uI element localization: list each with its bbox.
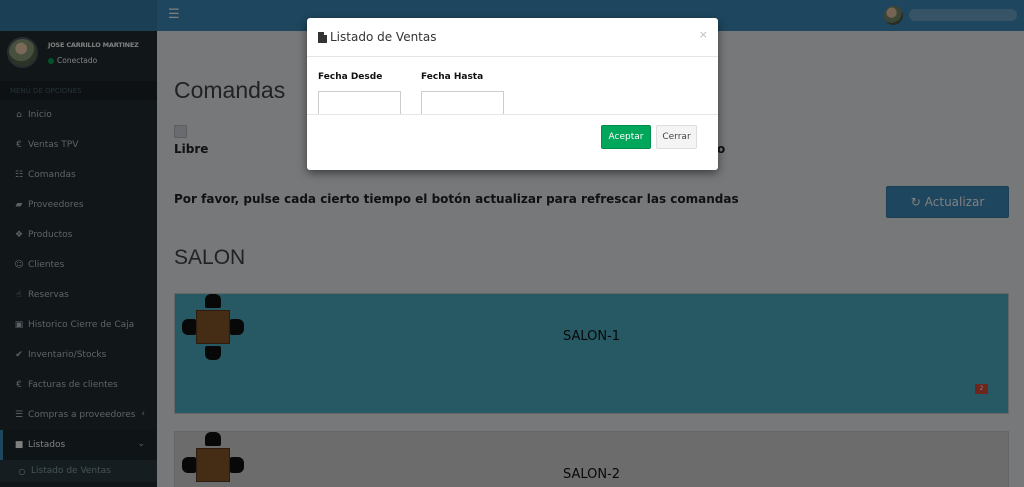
fecha-desde-label: Fecha Desde — [318, 72, 383, 82]
modal-title-text: Listado de Ventas — [330, 30, 437, 44]
modal-header: Listado de Ventas × — [307, 18, 718, 57]
fecha-desde-input[interactable] — [318, 91, 401, 115]
modal-divider — [307, 114, 718, 115]
modal-title: Listado de Ventas — [318, 30, 437, 44]
file-icon — [318, 31, 327, 43]
sales-report-modal: Listado de Ventas × Fecha Desde Fecha Ha… — [307, 18, 718, 170]
close-button[interactable]: Cerrar — [656, 125, 697, 149]
fecha-hasta-label: Fecha Hasta — [421, 72, 484, 82]
accept-button[interactable]: Aceptar — [601, 125, 651, 149]
close-icon[interactable]: × — [699, 28, 708, 41]
fecha-hasta-input[interactable] — [421, 91, 504, 115]
